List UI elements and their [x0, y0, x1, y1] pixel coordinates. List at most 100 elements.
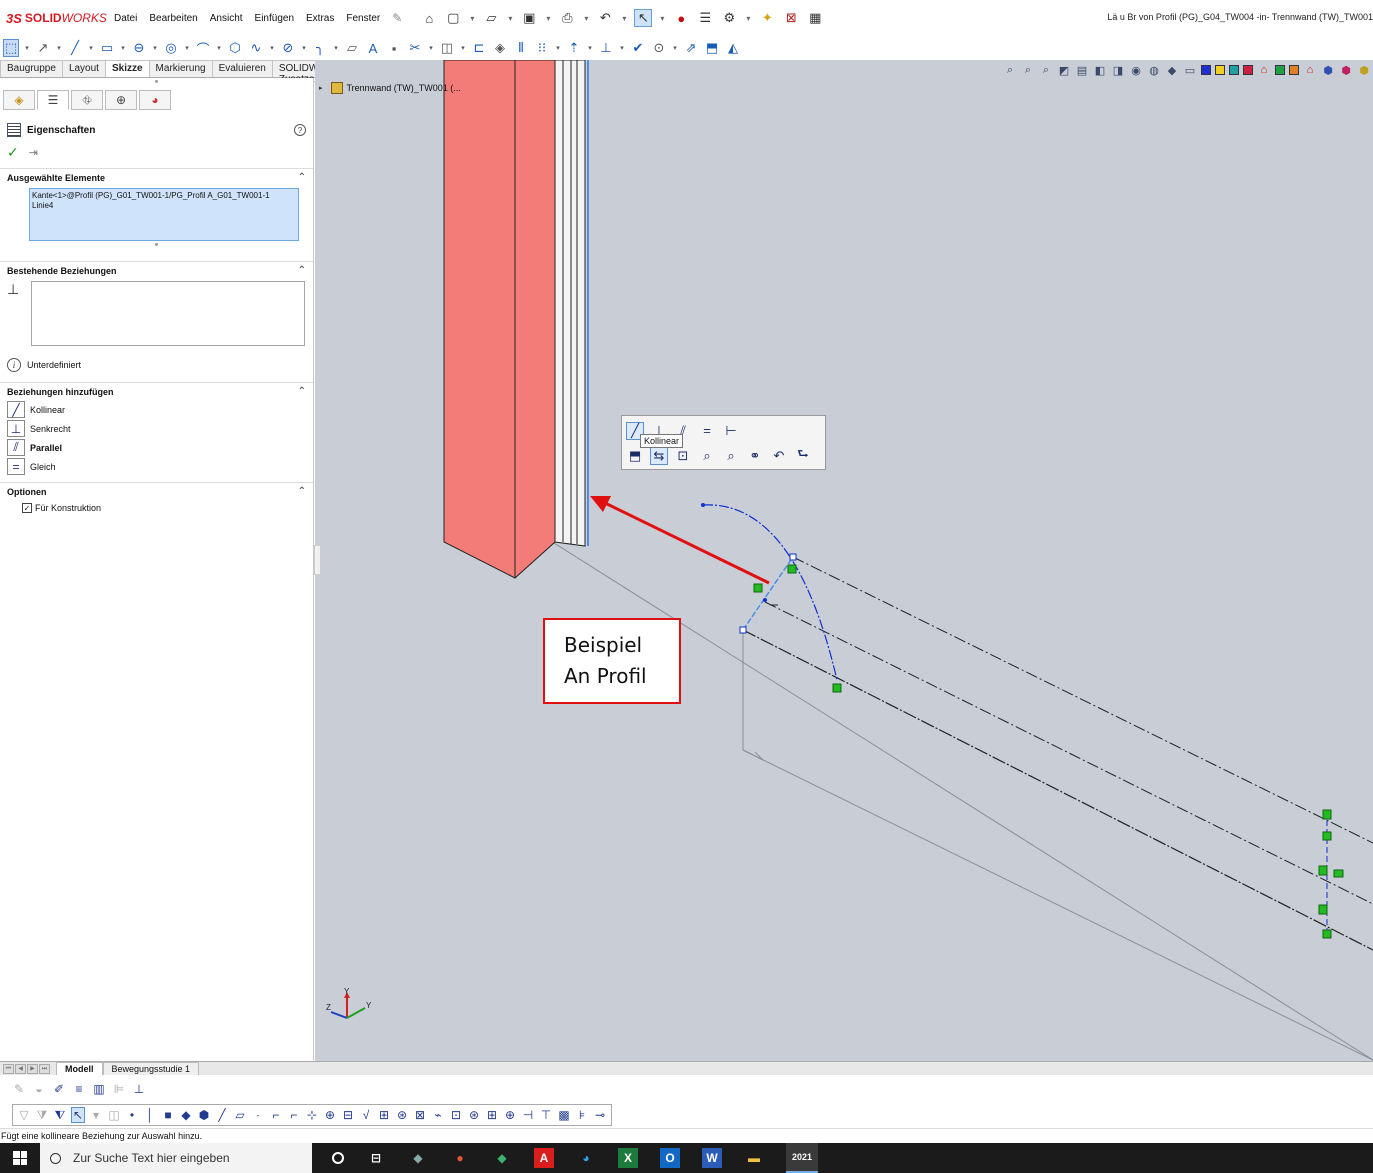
line-color-icon[interactable]: ✐ — [52, 1081, 66, 1097]
list-resize-grip[interactable]: ⦁ — [0, 241, 313, 255]
chevron-down-icon[interactable]: ▾ — [619, 39, 625, 57]
color-orange-icon[interactable] — [1289, 65, 1299, 75]
eraser-icon[interactable]: ✎ — [12, 1081, 26, 1097]
box-red-icon[interactable]: ⌂ — [1257, 63, 1271, 77]
rotate-view-icon[interactable]: ↶ — [770, 447, 788, 465]
select-filter-pointer-icon[interactable]: ↖ — [71, 1107, 85, 1123]
menu-bearbeiten[interactable]: Bearbeiten — [143, 13, 203, 24]
solidworks-logo[interactable]: 3S SOLID WORKS — [0, 11, 108, 26]
chevron-down-icon[interactable]: ▾ — [506, 9, 514, 27]
solidworks-pdm-icon[interactable]: ◆ — [408, 1148, 428, 1168]
sketch-arc[interactable] — [702, 504, 838, 681]
plane-icon[interactable]: ▱ — [344, 39, 360, 57]
instant2d-icon[interactable]: ⬒ — [704, 39, 720, 57]
normal-to-icon[interactable]: ⮑ — [794, 446, 812, 465]
dynamic-annotation-icon[interactable]: ▤ — [1075, 63, 1089, 77]
chevron-down-icon[interactable]: ▾ — [428, 39, 434, 57]
chevron-down-icon[interactable]: ▾ — [56, 39, 62, 57]
chevron-down-icon[interactable]: ▾ — [301, 39, 307, 57]
relation-marker[interactable] — [753, 583, 763, 593]
chevron-down-icon[interactable]: ▾ — [672, 39, 678, 57]
rapid-sketch-icon[interactable]: ⇗ — [683, 39, 699, 57]
drawing-sheet-icon[interactable]: ⊠ — [782, 9, 800, 27]
color-blue-icon[interactable] — [1201, 65, 1211, 75]
select-pointer-icon[interactable]: ↖ — [634, 9, 653, 27]
add-relation-equal[interactable]: = Gleich — [0, 457, 313, 476]
filter-midpoints-icon[interactable]: ⌐ — [287, 1107, 301, 1123]
filter-cosmetic-threads-icon[interactable]: ⊛ — [467, 1107, 481, 1123]
green-app-icon[interactable]: ◆ — [492, 1148, 512, 1168]
rectangle-icon[interactable]: ▭ — [99, 39, 115, 57]
chevron-down-icon[interactable]: ▾ — [555, 39, 561, 57]
hide-show-items-icon[interactable]: ◉ — [1129, 63, 1143, 77]
expand-arrow-icon[interactable]: ▸ — [319, 84, 323, 92]
add-relation-collinear[interactable]: ╱ Kollinear — [0, 400, 313, 419]
panel-grip[interactable]: ⦁ — [0, 78, 313, 90]
show-hide-relations-icon[interactable]: ⚭ — [746, 447, 764, 465]
chevron-down-icon[interactable]: ▾ — [184, 39, 190, 57]
chevron-down-icon[interactable]: ▾ — [88, 39, 94, 57]
relation-marker[interactable] — [1322, 929, 1332, 939]
menu-einfuegen[interactable]: Einfügen — [249, 13, 300, 24]
view-orientation-icon[interactable]: ◧ — [1093, 63, 1107, 77]
color-yellow-icon[interactable] — [1215, 65, 1225, 75]
relation-marker[interactable] — [832, 683, 842, 693]
home-icon[interactable]: ⌂ — [420, 9, 438, 27]
chevron-up-icon[interactable]: ⌃ — [298, 265, 306, 276]
filter-routing-points-icon[interactable]: ⊤ — [539, 1107, 553, 1123]
spline-icon[interactable]: ∿ — [248, 39, 264, 57]
hide-show-edges-icon[interactable]: ⊫ — [112, 1081, 126, 1097]
next-tab-icon[interactable]: ▶ — [27, 1063, 38, 1074]
for-construction-option[interactable]: ✓ Für Konstruktion — [0, 500, 313, 516]
filter-vertices-icon[interactable]: • — [125, 1107, 139, 1123]
construction-line[interactable] — [764, 601, 1373, 905]
color-red-icon[interactable] — [1243, 65, 1253, 75]
chevron-down-icon[interactable]: ▾ — [744, 9, 752, 27]
point-icon[interactable]: ▪ — [386, 39, 402, 57]
filter-center-marks-icon[interactable]: ⊹ — [305, 1107, 319, 1123]
filter-sketch-segments-icon[interactable]: ⌐ — [269, 1107, 283, 1123]
filter-dimensions-icon[interactable]: ⊟ — [341, 1107, 355, 1123]
chevron-down-icon[interactable]: ▾ — [544, 9, 552, 27]
gear-icon[interactable]: ⚙ — [720, 9, 738, 27]
previous-view-icon[interactable]: ⌕ — [1039, 63, 1053, 77]
filter-all-icon[interactable]: ⧨ — [53, 1107, 67, 1123]
polygon-icon[interactable]: ⬡ — [227, 39, 243, 57]
box-outline-icon[interactable]: ⌂ — [1303, 63, 1317, 77]
chevron-down-icon[interactable]: ▾ — [468, 9, 476, 27]
magic-wand-icon[interactable]: ✦ — [758, 9, 776, 27]
tab-bewegungsstudie[interactable]: Bewegungsstudie 1 — [102, 1062, 200, 1075]
chevron-down-icon[interactable]: ▾ — [333, 39, 339, 57]
feature-manager-tab-icon[interactable]: ◈ — [3, 90, 35, 110]
display-relations-icon[interactable]: ⊥ — [598, 39, 614, 57]
last-tab-icon[interactable]: ⏭ — [39, 1063, 50, 1074]
sketch-point[interactable] — [701, 503, 705, 507]
cube-blue-icon[interactable]: ⬢ — [1321, 63, 1335, 77]
tab-markierung[interactable]: Markierung — [148, 60, 213, 77]
filter-more-icon[interactable]: ⊸ — [593, 1107, 607, 1123]
fillet-icon[interactable]: ╮ — [312, 39, 328, 57]
for-construction-checkbox[interactable]: ✓ — [22, 503, 32, 513]
line-format-icon[interactable]: ◒ — [32, 1081, 46, 1097]
add-relation-perpendicular[interactable]: ⊥ Senkrecht — [0, 419, 313, 438]
apply-scene-icon[interactable]: ◆ — [1165, 63, 1179, 77]
color-teal-icon[interactable] — [1229, 65, 1239, 75]
filter-edit-icon[interactable]: ◫ — [107, 1107, 121, 1123]
relation-marker[interactable] — [1333, 869, 1344, 878]
zoom-to-fit-icon[interactable]: ⌕ — [1003, 63, 1017, 77]
move-entities-icon[interactable]: ⇡ — [566, 39, 582, 57]
smart-dimension-icon[interactable]: ↗ — [35, 39, 51, 57]
dim-xpert-tab-icon[interactable]: ⊕ — [105, 90, 137, 110]
cortana-icon[interactable] — [332, 1152, 344, 1164]
filter-balloons-icon[interactable]: ⊠ — [413, 1107, 427, 1123]
open-folder-icon[interactable]: ▱ — [482, 9, 500, 27]
circle-icon[interactable]: ◎ — [163, 39, 179, 57]
arc-icon[interactable]: ⌒ — [195, 39, 211, 57]
display-style-icon[interactable]: ◨ — [1111, 63, 1125, 77]
tab-modell[interactable]: Modell — [56, 1062, 103, 1075]
zoom-to-area-icon[interactable]: ⌕ — [1021, 63, 1035, 77]
line-style-icon[interactable]: ▥ — [92, 1081, 106, 1097]
cube-red-icon[interactable]: ⬢ — [1339, 63, 1353, 77]
panel-splitter-handle[interactable] — [314, 545, 321, 575]
display-manager-tab-icon[interactable]: ◕ — [139, 90, 171, 110]
